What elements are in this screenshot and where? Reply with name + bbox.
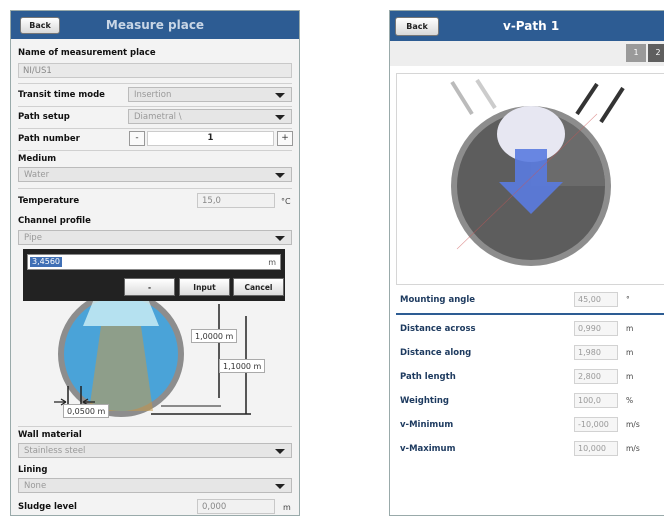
chevron-down-icon	[275, 449, 285, 454]
v-maximum-label: v-Maximum	[400, 444, 456, 454]
header-bar: Back Measure place	[11, 11, 299, 39]
mounting-angle-field[interactable]: 45,00	[574, 292, 618, 307]
sludge-level-field[interactable]: 0,000	[197, 499, 275, 514]
mounting-angle-label: Mounting angle	[400, 295, 476, 305]
path-number-label: Path number	[18, 134, 80, 144]
mounting-angle-unit: °	[626, 295, 630, 304]
page-title: Measure place	[105, 18, 205, 32]
divider	[18, 106, 292, 107]
header-bar: Back v-Path 1	[390, 11, 664, 41]
weighting-unit: %	[626, 396, 634, 405]
input-button[interactable]: Input	[179, 278, 230, 296]
minus-button[interactable]: -	[124, 278, 175, 296]
page-title: v-Path 1	[503, 19, 560, 33]
v-minimum-label: v-Minimum	[400, 420, 454, 430]
path-setup-label: Path setup	[18, 112, 70, 122]
path-number-value[interactable]: 1	[147, 131, 274, 146]
v-minimum-field[interactable]: -10,000	[574, 417, 618, 432]
chevron-down-icon	[275, 484, 285, 489]
path-length-field[interactable]: 2,800	[574, 369, 618, 384]
path-length-unit: m	[626, 372, 634, 381]
wall-material-value: Stainless steel	[24, 446, 86, 456]
dimension-outer: 1,1000 m	[219, 359, 266, 373]
pipe-diagram-icon	[54, 291, 251, 418]
sludge-level-label: Sludge level	[18, 502, 77, 512]
v-maximum-unit: m/s	[626, 444, 640, 453]
sensor-rod-icon	[575, 82, 599, 116]
divider	[18, 150, 292, 151]
distance-across-label: Distance across	[400, 324, 476, 334]
divider	[18, 188, 292, 189]
distance-across-field[interactable]: 0,990	[574, 321, 618, 336]
channel-profile-select[interactable]: Pipe	[18, 230, 292, 245]
divider	[18, 83, 292, 84]
medium-label: Medium	[18, 154, 57, 164]
sensor-rod-icon	[599, 86, 625, 124]
cancel-button[interactable]: Cancel	[233, 278, 284, 296]
section-divider	[396, 313, 664, 315]
medium-value: Water	[24, 170, 50, 180]
transit-label: Transit time mode	[18, 90, 105, 100]
distance-along-field[interactable]: 1,980	[574, 345, 618, 360]
decrement-button[interactable]: -	[129, 131, 145, 146]
name-field[interactable]: NI/US1	[18, 63, 292, 78]
chevron-down-icon	[275, 115, 285, 120]
temperature-field[interactable]: 15,0	[197, 193, 275, 208]
v-maximum-field[interactable]: 10,000	[574, 441, 618, 456]
wall-material-select[interactable]: Stainless steel	[18, 443, 292, 458]
popup-value: 3,4560	[30, 257, 62, 267]
popup-unit: m	[268, 258, 276, 267]
channel-profile-label: Channel profile	[18, 216, 91, 226]
tab-1[interactable]: 1	[626, 44, 646, 62]
transit-value: Insertion	[134, 90, 172, 100]
channel-profile-value: Pipe	[24, 233, 42, 243]
v-path-panel: Back v-Path 1 1 2 Mounting angle 45,00 °…	[389, 10, 664, 516]
distance-along-label: Distance along	[400, 348, 472, 358]
pipe-diagram-icon	[450, 78, 625, 266]
tab-strip	[390, 41, 664, 66]
transit-select[interactable]: Insertion	[128, 87, 292, 102]
input-popup: 3,4560 m - Input Cancel	[23, 249, 285, 301]
measure-place-panel: Back Measure place Name of measurement p…	[10, 10, 300, 516]
distance-along-unit: m	[626, 348, 634, 357]
popup-value-field[interactable]: 3,4560 m	[27, 254, 281, 270]
divider	[18, 426, 292, 427]
lining-label: Lining	[18, 465, 48, 475]
medium-select[interactable]: Water	[18, 167, 292, 182]
chevron-down-icon	[275, 236, 285, 241]
chevron-down-icon	[275, 93, 285, 98]
dimension-wall: 0,0500 m	[63, 404, 110, 418]
lining-select[interactable]: None	[18, 478, 292, 493]
lining-value: None	[24, 481, 47, 491]
chevron-down-icon	[275, 173, 285, 178]
temperature-label: Temperature	[18, 196, 80, 206]
dimension-inner: 1,0000 m	[191, 329, 238, 343]
name-label: Name of measurement place	[18, 48, 156, 58]
v-minimum-unit: m/s	[626, 420, 640, 429]
weighting-label: Weighting	[400, 396, 449, 406]
path-setup-value: Diametral \	[134, 112, 182, 122]
sludge-level-unit: m	[283, 503, 291, 512]
wall-material-label: Wall material	[18, 430, 82, 440]
divider	[18, 128, 292, 129]
distance-across-unit: m	[626, 324, 634, 333]
back-button[interactable]: Back	[395, 17, 439, 36]
path-setup-select[interactable]: Diametral \	[128, 109, 292, 124]
increment-button[interactable]: +	[277, 131, 293, 146]
weighting-field[interactable]: 100,0	[574, 393, 618, 408]
path-length-label: Path length	[400, 372, 456, 382]
tab-2[interactable]: 2	[648, 44, 664, 62]
temperature-unit: °C	[281, 197, 291, 206]
path-view	[396, 73, 664, 285]
